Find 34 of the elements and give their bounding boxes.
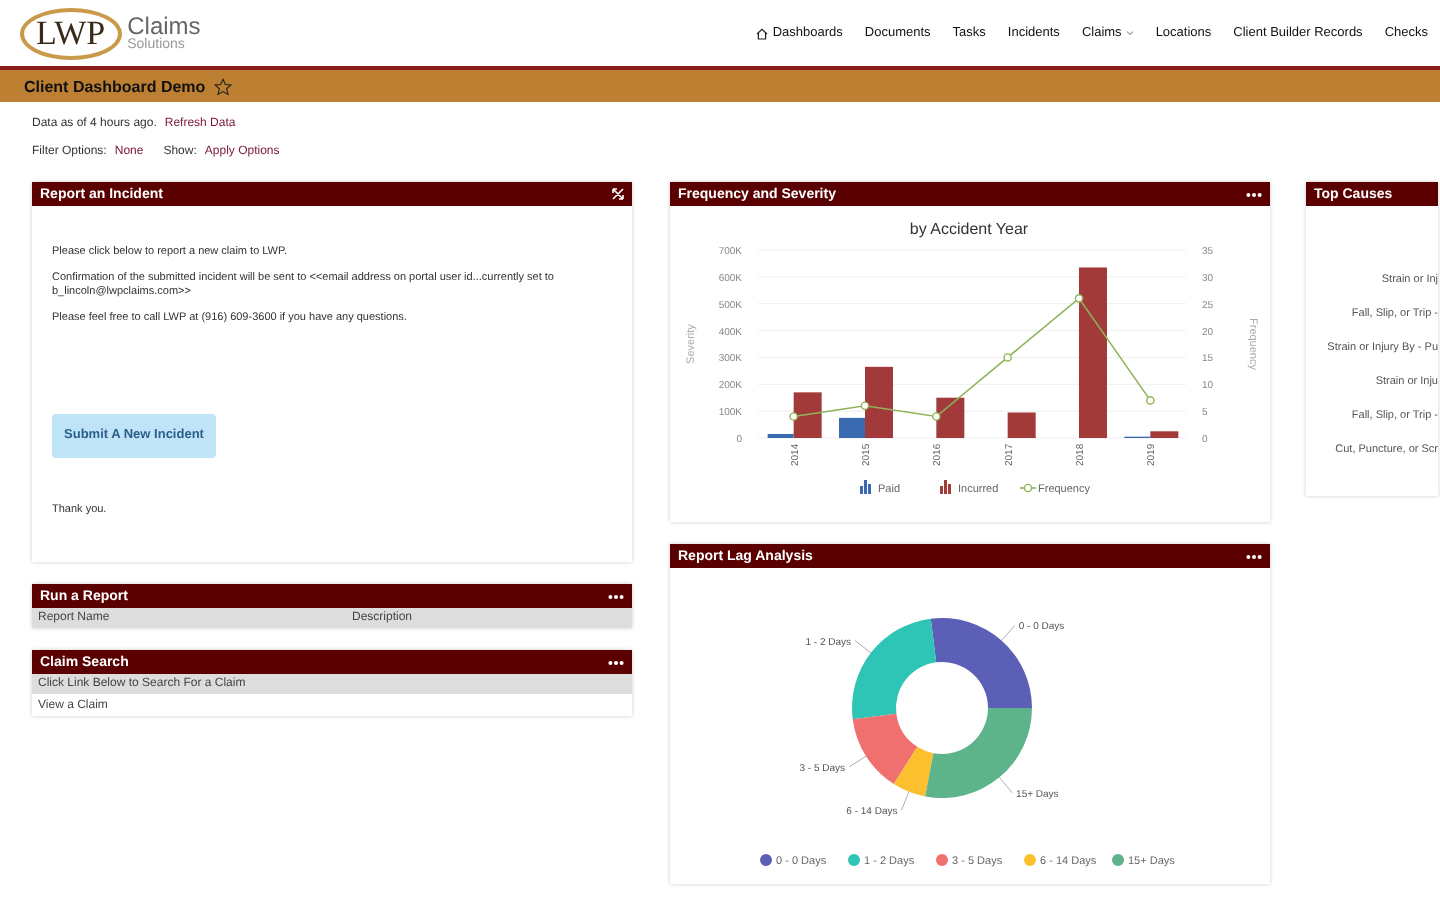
more-icon[interactable] [1246,191,1262,197]
bar-legend-icon [940,480,951,494]
leader-line [848,755,867,768]
data-point [932,412,941,421]
home-icon [756,27,769,39]
more-icon[interactable] [608,659,624,665]
page-title: Client Dashboard Demo [24,77,206,95]
legend-dot [1112,854,1124,866]
leader-line [901,791,910,811]
data-point [860,401,870,411]
leader-line [854,640,872,654]
bar [1007,412,1036,438]
more-icon[interactable] [608,593,624,599]
caret-icon [1125,30,1134,36]
star-icon[interactable] [213,77,232,95]
more-icon[interactable] [1246,553,1262,559]
leader-line [998,776,1013,794]
chart-title: by Accident Year [909,220,1029,238]
donut-slice [930,618,1032,708]
line-legend-icon [1019,483,1037,493]
legend-dot [848,854,860,866]
logo-mark: LWP [20,7,122,59]
logo-name: Claims [127,14,201,38]
leader-line [1001,625,1016,641]
legend-dot [760,854,772,866]
legend-dot [936,854,948,866]
data-point [1074,294,1084,303]
data-point [789,412,798,421]
expand-icon[interactable] [612,188,624,200]
data-point [1146,396,1155,405]
legend-dot [1024,854,1036,866]
data-point [1003,353,1012,362]
bar [936,397,965,438]
bar-legend-icon [860,480,871,494]
